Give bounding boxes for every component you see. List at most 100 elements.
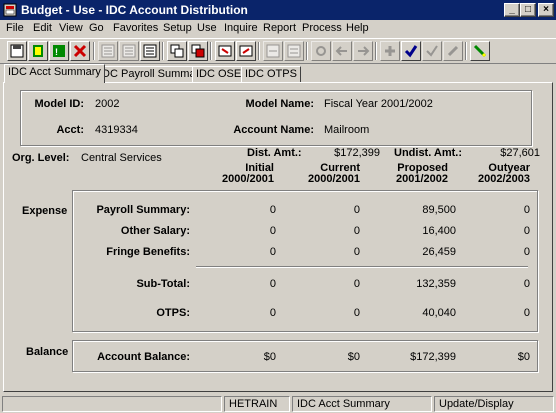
cell-proposed: 16,400 (422, 225, 456, 237)
cell-current: 0 (353, 246, 360, 258)
paste-button[interactable] (188, 41, 208, 61)
undist-amt-value: $27,601 (500, 147, 540, 159)
menu-view[interactable]: View (59, 22, 83, 34)
row-label: Account Balance: (97, 351, 190, 363)
org-level-value: Central Services (81, 152, 162, 164)
toolbar-separator (465, 42, 467, 60)
menu-setup[interactable]: Setup (163, 22, 192, 34)
approve-button[interactable] (401, 41, 421, 61)
model-id-label: Model ID: (34, 98, 85, 110)
plus-icon (385, 46, 395, 56)
tab-idc-acct-summary[interactable]: IDC Acct Summary (4, 64, 105, 83)
row-label: Fringe Benefits: (106, 246, 190, 258)
copy-button[interactable] (167, 41, 187, 61)
undist-amt-label: Undist. Amt.: (394, 147, 463, 159)
paste-icon (191, 44, 205, 58)
cell-proposed: 89,500 (422, 204, 456, 216)
cell-outyear: 0 (523, 246, 530, 258)
notes-button[interactable] (470, 41, 490, 61)
arrow-left-icon (335, 46, 347, 56)
close-button[interactable]: × (538, 3, 554, 17)
subtotal-row: Sub-Total: 0 0 132,359 0 (76, 278, 534, 292)
menu-go[interactable]: Go (89, 22, 104, 34)
model-name-value: Fiscal Year 2001/2002 (324, 98, 433, 110)
row-label: Other Salary: (120, 225, 190, 237)
tab-idc-otps[interactable]: IDC OTPS (241, 66, 301, 82)
refresh-button[interactable] (28, 41, 48, 61)
pencil-icon (447, 45, 459, 57)
reset-button[interactable]: ! (49, 41, 69, 61)
model-name-label: Model Name: (245, 98, 314, 110)
cell-current: 0 (353, 225, 360, 237)
save-icon (10, 44, 24, 58)
arrow-right-icon (358, 46, 370, 56)
insert-row-icon (266, 44, 280, 58)
menu-inquire[interactable]: Inquire (224, 22, 258, 34)
status-mode: Update/Display (434, 396, 554, 412)
delete-row-icon (287, 44, 301, 58)
column-header-outyear: Outyear 2002/2003 (466, 163, 530, 185)
list-icon (101, 44, 115, 58)
delete-row-button[interactable] (284, 41, 304, 61)
menu-file[interactable]: File (6, 22, 24, 34)
tab-idc-ose[interactable]: IDC OSE (192, 66, 246, 82)
status-user: HETRAIN (224, 396, 290, 412)
cell-initial: 0 (269, 307, 276, 319)
delete-x-icon (73, 44, 87, 58)
app-icon (3, 3, 17, 17)
menu-use[interactable]: Use (197, 22, 217, 34)
cell-initial: 0 (269, 246, 276, 258)
minimize-button[interactable]: _ (504, 3, 520, 17)
menu-favorites[interactable]: Favorites (113, 22, 158, 34)
delete-button[interactable] (70, 41, 90, 61)
column-header-line2: 2000/2001 (308, 173, 360, 185)
forward-button[interactable] (353, 41, 373, 61)
status-page: IDC Acct Summary (292, 396, 432, 412)
menu-process[interactable]: Process (302, 22, 342, 34)
model-id-value: 2002 (95, 98, 120, 110)
list-next-button[interactable] (119, 41, 139, 61)
expand-button[interactable] (215, 41, 235, 61)
add-button[interactable] (380, 41, 400, 61)
collapse-button[interactable] (236, 41, 256, 61)
menu-bar: File Edit View Go Favorites Setup Use In… (0, 20, 556, 38)
back-button[interactable] (332, 41, 352, 61)
toolbar-separator (375, 42, 377, 60)
acct-value: 4319334 (95, 124, 138, 136)
cell-proposed: 26,459 (422, 246, 456, 258)
column-header-current: Current 2000/2001 (296, 163, 360, 185)
menu-help[interactable]: Help (346, 22, 369, 34)
row-label: OTPS: (156, 307, 190, 319)
list-view-button[interactable] (140, 41, 160, 61)
settings-button[interactable] (311, 41, 331, 61)
menu-edit[interactable]: Edit (33, 22, 52, 34)
cell-initial: 0 (269, 225, 276, 237)
toolbar-separator (306, 42, 308, 60)
table-row: Fringe Benefits: 0 0 26,459 0 (76, 246, 534, 260)
cell-current: $0 (347, 351, 360, 363)
cell-outyear: 0 (523, 225, 530, 237)
insert-row-button[interactable] (263, 41, 283, 61)
column-header-proposed: Proposed 2001/2002 (384, 163, 448, 185)
toolbar-separator (93, 42, 95, 60)
status-message (2, 396, 222, 412)
reset-icon: ! (53, 45, 65, 57)
cell-initial: $0 (263, 351, 276, 363)
row-label: Sub-Total: (136, 278, 190, 290)
menu-report[interactable]: Report (263, 22, 296, 34)
balance-section-label: Balance (26, 346, 69, 358)
dist-amt-label: Dist. Amt.: (247, 147, 302, 159)
collapse-icon (239, 45, 253, 57)
save-button[interactable] (7, 41, 27, 61)
otps-row: OTPS: 0 0 40,040 0 (76, 307, 534, 321)
list-prev-button[interactable] (98, 41, 118, 61)
cell-outyear: 0 (523, 278, 530, 290)
window-title: Budget - Use - IDC Account Distribution (21, 3, 248, 17)
checkmark-icon (426, 45, 438, 57)
maximize-button[interactable]: □ (520, 3, 536, 17)
cell-outyear: $0 (517, 351, 530, 363)
approve-all-button[interactable] (422, 41, 442, 61)
edit-button[interactable] (443, 41, 463, 61)
refresh-icon (33, 45, 43, 57)
expand-icon (218, 45, 232, 57)
